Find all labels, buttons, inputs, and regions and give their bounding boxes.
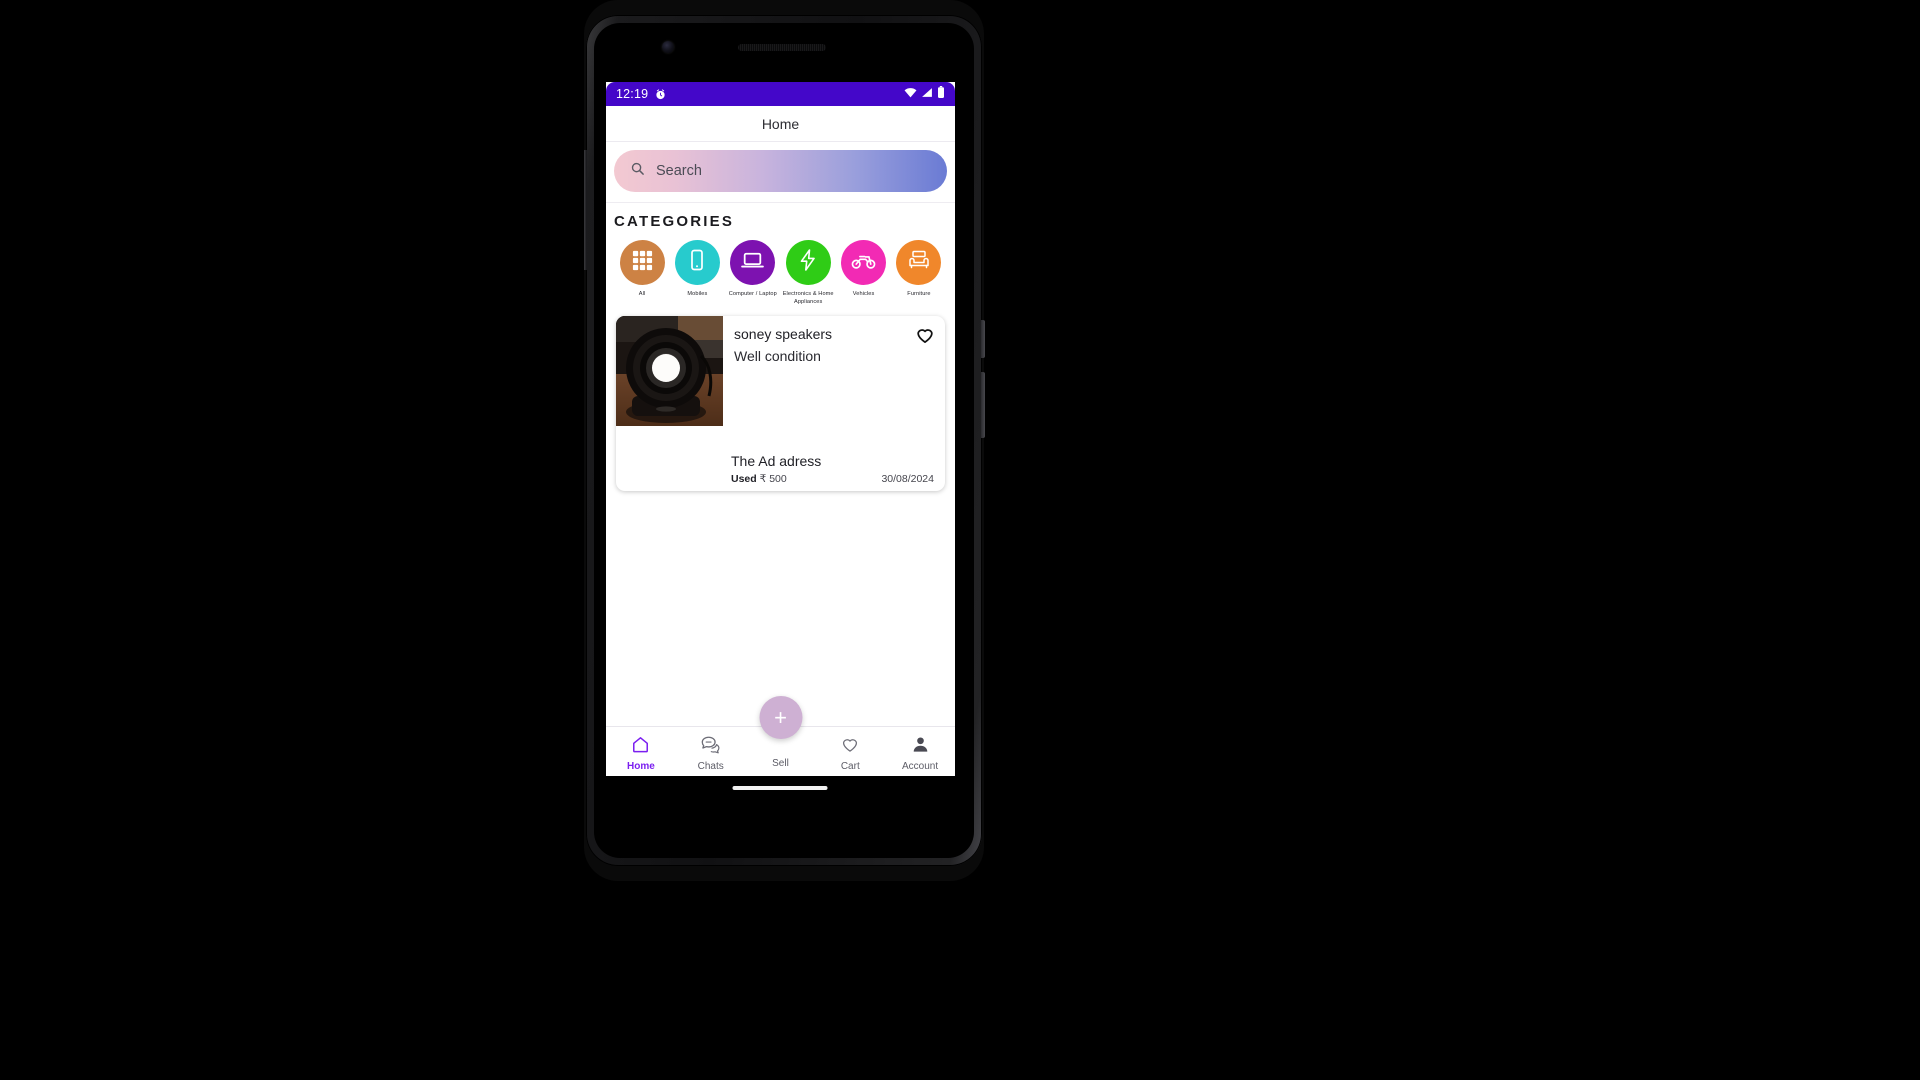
category-circle xyxy=(841,240,887,285)
signal-icon xyxy=(921,85,933,103)
category-circle xyxy=(730,240,776,285)
app-bar: Home xyxy=(606,106,955,142)
search-icon xyxy=(630,161,645,181)
phone-left-edge xyxy=(584,150,587,270)
home-icon xyxy=(631,735,650,759)
category-item-electronics-home-appliances[interactable]: Electronics & Home Appliances xyxy=(782,240,834,306)
phone-volume-button[interactable] xyxy=(981,372,985,438)
listing-title: soney speakers xyxy=(734,326,833,343)
category-label: Furniture xyxy=(907,291,931,297)
category-circle xyxy=(674,240,720,285)
sofa-icon xyxy=(907,248,931,277)
category-item-vehicles[interactable]: Vehicles xyxy=(838,240,890,306)
nav-item-home[interactable]: Home xyxy=(606,727,676,776)
listing-card[interactable]: soney speakers Well condition The Ad adr… xyxy=(616,316,945,492)
battery-icon xyxy=(937,85,945,103)
category-circle xyxy=(619,240,665,285)
page-title: Home xyxy=(761,115,800,132)
listing-condition: Used xyxy=(731,473,757,486)
chat-bubbles-icon xyxy=(700,735,721,759)
plus-icon: + xyxy=(774,704,787,730)
categories-row: All Mobiles Computer / Laptop Electronic… xyxy=(614,240,947,306)
category-label: Computer / Laptop xyxy=(728,291,777,297)
category-item-all[interactable]: All xyxy=(616,240,668,306)
nav-item-cart[interactable]: Cart xyxy=(815,727,885,776)
categories-section: CATEGORIES All Mobiles Computer / Laptop… xyxy=(606,203,955,307)
front-camera-lens xyxy=(662,41,674,53)
listing-image xyxy=(616,316,723,427)
listing-card-main: soney speakers Well condition xyxy=(616,316,945,427)
nav-label: Sell xyxy=(772,758,789,769)
listing-price-value: ₹ 500 xyxy=(759,473,787,486)
person-icon xyxy=(911,735,930,759)
listing-footer: The Ad adress Used ₹ 500 30/08/2024 xyxy=(616,453,945,491)
sell-fab-button[interactable]: + xyxy=(759,696,802,739)
wifi-icon xyxy=(904,85,917,103)
status-bar-time: 12:19 xyxy=(616,87,649,101)
mobile-phone-icon xyxy=(685,248,709,277)
lightning-bolt-icon xyxy=(796,248,820,277)
listing-details: soney speakers Well condition xyxy=(723,316,945,426)
nav-item-account[interactable]: Account xyxy=(885,727,955,776)
categories-heading: CATEGORIES xyxy=(614,213,735,230)
category-label: Vehicles xyxy=(852,291,875,297)
category-label: Electronics & Home Appliances xyxy=(782,291,834,306)
category-item-mobiles[interactable]: Mobiles xyxy=(671,240,723,306)
status-bar: 12:19 xyxy=(606,82,955,106)
category-circle xyxy=(896,240,942,285)
grid-icon xyxy=(631,249,654,277)
nav-label: Chats xyxy=(697,760,724,772)
listing-meta: Used ₹ 500 30/08/2024 xyxy=(627,473,934,485)
status-bar-icons xyxy=(904,85,945,103)
phone-power-button[interactable] xyxy=(981,320,985,358)
listings-area: soney speakers Well condition The Ad adr… xyxy=(606,306,955,492)
category-circle xyxy=(785,240,831,285)
laptop-icon xyxy=(740,248,765,278)
listing-date: 30/08/2024 xyxy=(881,473,934,486)
search-input[interactable]: Search xyxy=(614,150,947,192)
listing-description: Well condition xyxy=(734,348,821,365)
nav-label: Cart xyxy=(840,760,860,772)
category-label: All xyxy=(638,291,646,297)
category-item-furniture[interactable]: Furniture xyxy=(893,240,945,306)
listing-price: Used ₹ 500 xyxy=(731,473,787,485)
search-placeholder: Search xyxy=(656,163,702,179)
motorcycle-icon xyxy=(851,248,876,278)
heart-outline-icon xyxy=(840,735,860,759)
category-label: Mobiles xyxy=(687,291,708,297)
screenshot-stage: 12:19 Home Search CATEGORIES All Mobiles… xyxy=(0,0,1920,1080)
listing-address: The Ad adress xyxy=(731,453,822,470)
nav-label: Home xyxy=(627,760,655,772)
nav-label: Account xyxy=(902,760,939,772)
nav-item-chats[interactable]: Chats xyxy=(676,727,746,776)
search-section: Search xyxy=(606,142,955,203)
alarm-icon xyxy=(655,88,666,100)
heart-outline-icon[interactable] xyxy=(915,325,935,350)
category-item-computer-laptop[interactable]: Computer / Laptop xyxy=(727,240,779,306)
earpiece-speaker-grille xyxy=(738,44,826,51)
gesture-home-bar[interactable] xyxy=(732,786,828,790)
app-screen: 12:19 Home Search CATEGORIES All Mobiles… xyxy=(606,82,955,776)
